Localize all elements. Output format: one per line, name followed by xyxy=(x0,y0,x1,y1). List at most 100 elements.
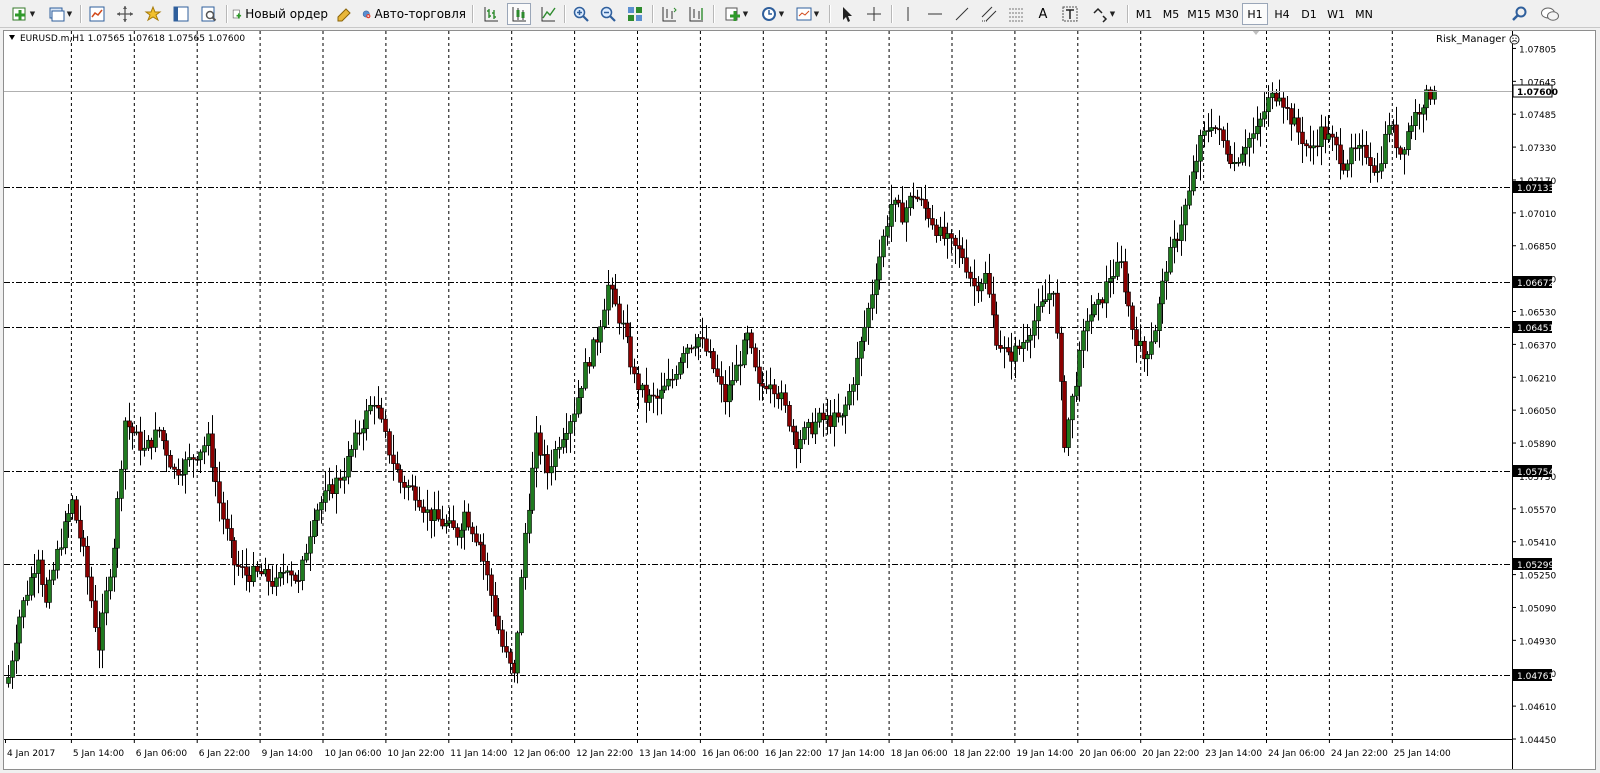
timeframe-h1[interactable]: H1 xyxy=(1242,3,1268,25)
bearish-candle-body xyxy=(478,541,483,546)
trendline-button[interactable] xyxy=(951,3,973,25)
vertical-line-button[interactable] xyxy=(897,3,919,25)
bullish-candle-body xyxy=(666,378,671,387)
time-tick-label: 16 Jan 22:00 xyxy=(765,749,822,759)
bullish-candle-body xyxy=(63,521,68,549)
bearish-candle-body xyxy=(953,237,958,246)
timeframe-d1[interactable]: D1 xyxy=(1296,3,1322,25)
bearish-candle-body xyxy=(391,454,396,464)
expert-smiley-icon[interactable] xyxy=(1509,34,1520,45)
new-order-icon xyxy=(232,9,242,19)
timeframe-h4[interactable]: H4 xyxy=(1269,3,1295,25)
bullish-candle-body xyxy=(1251,133,1256,139)
new-order-button[interactable]: Новый ордер xyxy=(232,3,328,25)
price-chart[interactable]: 1.078051.076451.074851.073301.071701.070… xyxy=(4,31,1595,769)
bullish-candle-body xyxy=(1236,161,1241,164)
collapse-triangle-icon[interactable] xyxy=(9,35,15,40)
periods-button[interactable]: ▼ xyxy=(756,3,788,25)
strategy-tester-button[interactable] xyxy=(198,3,220,25)
bullish-candle-body xyxy=(1375,170,1380,173)
bearish-candle-body xyxy=(991,293,996,316)
fibonacci-button[interactable] xyxy=(1005,3,1027,25)
bearish-candle-body xyxy=(760,383,765,387)
timeframe-m5[interactable]: M5 xyxy=(1158,3,1184,25)
price-tick-label: 1.06370 xyxy=(1519,341,1556,351)
bullish-candle-body xyxy=(779,392,784,400)
bearish-candle-body xyxy=(436,509,441,520)
price-tick-label: 1.07010 xyxy=(1519,210,1556,220)
auto-trading-button[interactable]: Авто-торговля xyxy=(362,3,466,25)
text-tool-button[interactable]: A xyxy=(1032,3,1054,25)
bullish-candle-body xyxy=(1096,299,1101,305)
bearish-candle-body xyxy=(836,412,841,418)
bearish-candle-body xyxy=(964,257,969,273)
arrows-button[interactable]: ▼ xyxy=(1086,3,1120,25)
line-chart-button[interactable] xyxy=(537,3,559,25)
chat-button[interactable] xyxy=(1537,3,1563,25)
candlestick-chart-button[interactable] xyxy=(507,3,531,25)
bullish-candle-body xyxy=(889,204,894,227)
bullish-candle-body xyxy=(798,439,803,450)
bullish-candle-body xyxy=(1209,127,1214,131)
bearish-candle-body xyxy=(1017,345,1022,349)
bullish-candle-body xyxy=(1266,97,1271,113)
search-button[interactable] xyxy=(1509,3,1531,25)
chart-shift-button[interactable] xyxy=(685,3,707,25)
bullish-candle-body xyxy=(598,326,603,343)
bearish-candle-body xyxy=(93,600,98,628)
new-chart-button[interactable]: ▼ xyxy=(6,3,40,25)
bullish-candle-body xyxy=(112,547,117,578)
timeframe-mn[interactable]: MN xyxy=(1350,3,1378,25)
zoom-out-button[interactable] xyxy=(597,3,619,25)
bearish-candle-body xyxy=(998,345,1003,349)
terminal-button[interactable] xyxy=(170,3,192,25)
bullish-candle-body xyxy=(640,384,645,391)
timeframe-m30[interactable]: M30 xyxy=(1213,3,1241,25)
bullish-candle-body xyxy=(100,612,105,651)
bearish-candle-body xyxy=(1417,112,1422,115)
navigator-button[interactable] xyxy=(142,3,164,25)
bearish-candle-body xyxy=(1296,117,1301,133)
profiles-button[interactable]: ▼ xyxy=(44,3,76,25)
cursor-tool-button[interactable] xyxy=(836,3,858,25)
metaeditor-button[interactable] xyxy=(333,3,355,25)
tile-windows-button[interactable] xyxy=(624,3,646,25)
bullish-candle-body xyxy=(866,307,871,328)
clock-icon xyxy=(761,7,776,21)
bullish-candle-body xyxy=(47,579,52,603)
timeframe-m15[interactable]: M15 xyxy=(1185,3,1213,25)
bullish-candle-body xyxy=(14,642,19,662)
price-tick-label: 1.05570 xyxy=(1519,506,1556,516)
bearish-candle-body xyxy=(930,218,935,226)
bar-chart-button[interactable] xyxy=(480,3,502,25)
bearish-candle-body xyxy=(1334,136,1339,146)
chart-window[interactable]: 1.078051.076451.074851.073301.071701.070… xyxy=(3,30,1596,770)
crosshair-tool-button[interactable] xyxy=(863,3,885,25)
bearish-candle-body xyxy=(40,559,45,585)
bearish-candle-body xyxy=(900,202,905,223)
market-watch-button[interactable] xyxy=(86,3,108,25)
text-label-button[interactable] xyxy=(1059,3,1081,25)
bullish-candle-body xyxy=(444,523,449,527)
vertical-line-icon xyxy=(907,7,909,21)
level-price-label: 1.05299 xyxy=(1517,561,1554,571)
price-tick-label: 1.05250 xyxy=(1519,572,1556,582)
bullish-candle-body xyxy=(29,577,34,596)
timeframe-w1[interactable]: W1 xyxy=(1323,3,1349,25)
bearish-candle-body xyxy=(628,336,633,368)
bearish-candle-body xyxy=(232,540,237,566)
horizontal-line-button[interactable] xyxy=(924,3,946,25)
data-window-button[interactable] xyxy=(114,3,136,25)
bullish-candle-body xyxy=(813,421,818,435)
bullish-candle-body xyxy=(674,373,679,380)
zoom-in-button[interactable] xyxy=(570,3,592,25)
indicators-button[interactable]: ▼ xyxy=(719,3,753,25)
time-tick-label: 6 Jan 06:00 xyxy=(136,749,188,759)
auto-scroll-button[interactable] xyxy=(658,3,680,25)
timeframe-m1[interactable]: M1 xyxy=(1131,3,1157,25)
profiles-icon xyxy=(49,7,65,22)
bullish-candle-body xyxy=(568,421,573,434)
bearish-candle-body xyxy=(259,571,264,575)
templates-button[interactable]: ▼ xyxy=(791,3,823,25)
equidistant-channel-button[interactable] xyxy=(978,3,1000,25)
